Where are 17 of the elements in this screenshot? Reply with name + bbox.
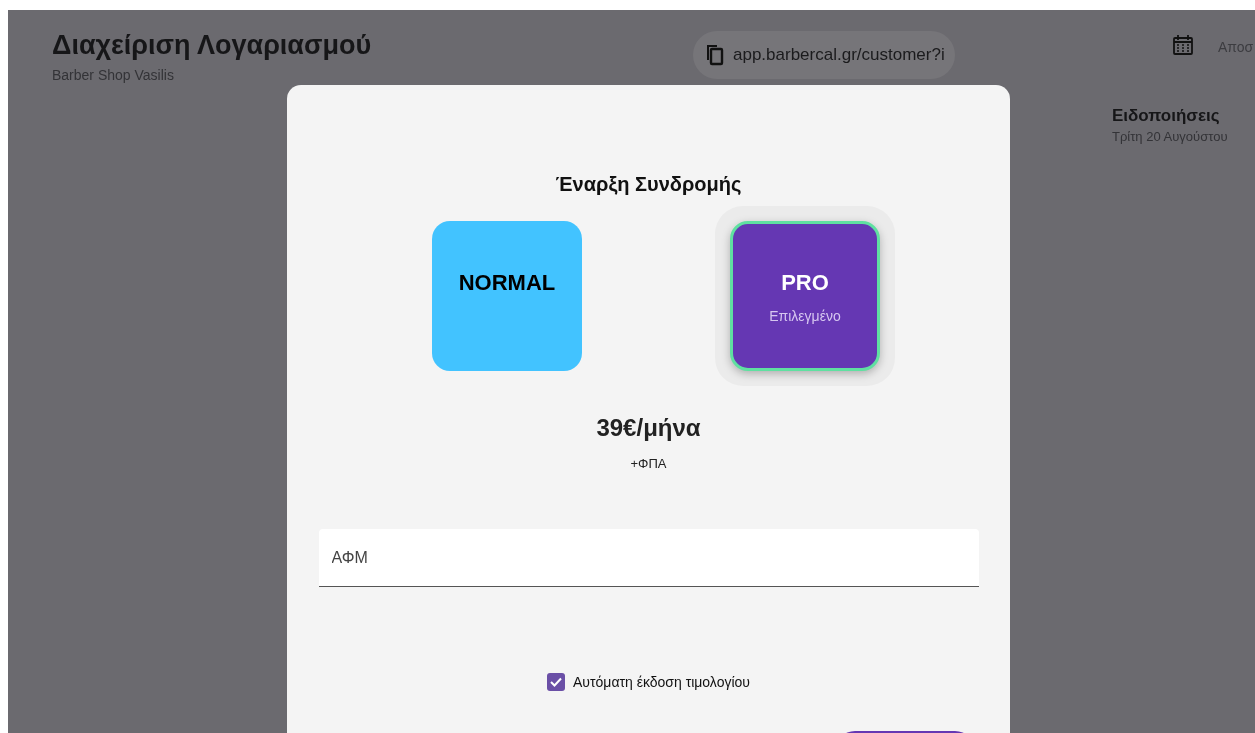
- dialog-title: Έναρξη Συνδρομής: [555, 173, 742, 196]
- notifications-title: Ειδοποιήσεις: [1112, 106, 1220, 126]
- vat-input-field[interactable]: ΑΦΜ: [318, 529, 979, 587]
- copy-icon: [705, 44, 725, 66]
- plan-note: Επιλεγμένο: [769, 308, 841, 324]
- price: 39€/μήνα: [596, 414, 701, 442]
- plan-card[interactable]: PRO Επιλεγμένο: [730, 221, 880, 371]
- tax-note: +ΦΠΑ: [630, 456, 667, 471]
- calendar-icon[interactable]: [1172, 34, 1194, 56]
- notifications-date: Τρίτη 20 Αυγούστου: [1112, 129, 1228, 144]
- checkbox-label: Αυτόματη έκδοση τιμολογίου: [573, 674, 750, 690]
- copy-link-button[interactable]: app.barbercal.gr/customer?i: [693, 31, 955, 79]
- check-icon: [549, 675, 563, 689]
- checkbox[interactable]: [547, 673, 565, 691]
- plan-card[interactable]: NORMAL: [432, 221, 582, 371]
- page-title: Διαχείριση Λογαριασμού: [52, 30, 372, 61]
- shop-name: Barber Shop Vasilis: [52, 67, 174, 83]
